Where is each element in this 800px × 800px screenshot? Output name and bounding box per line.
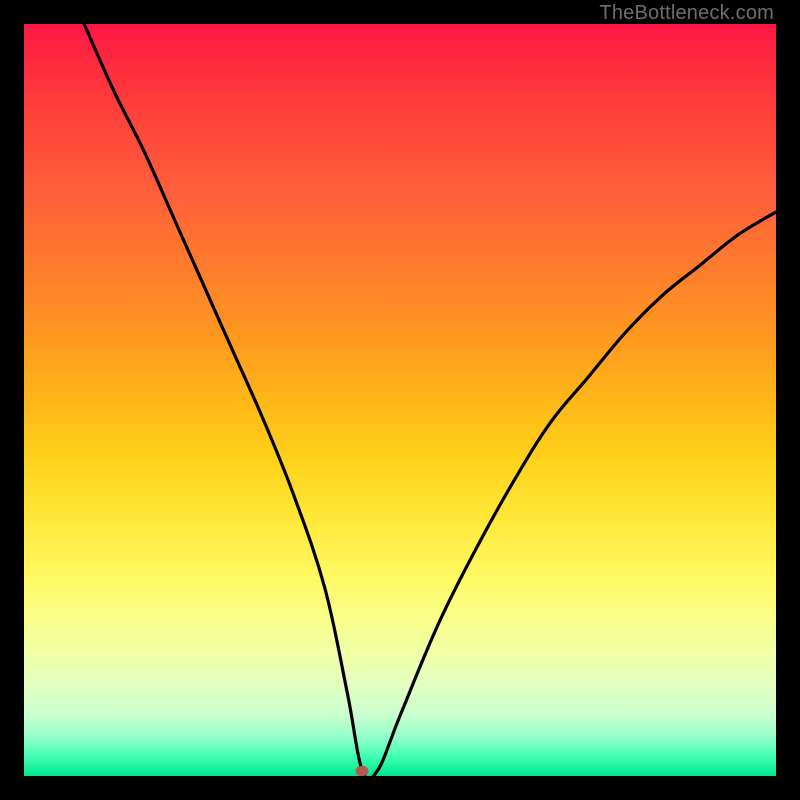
minimum-marker	[356, 766, 369, 776]
plot-area	[24, 24, 776, 776]
outer-frame: TheBottleneck.com	[0, 0, 800, 800]
watermark-text: TheBottleneck.com	[599, 2, 774, 25]
bottleneck-curve	[24, 24, 776, 776]
